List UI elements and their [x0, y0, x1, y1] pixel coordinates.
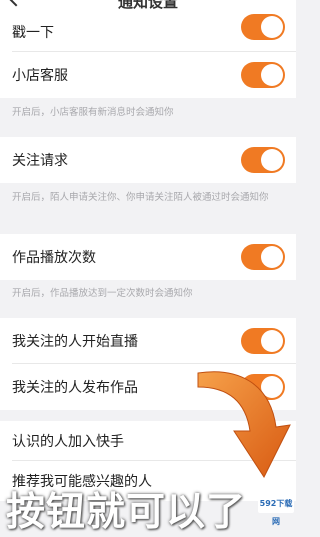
setting-row-store-service: 小店客服 [0, 52, 296, 98]
follow-request-toggle[interactable] [241, 147, 285, 173]
setting-label: 关注请求 [12, 153, 68, 169]
store-service-note: 开启后，小店客服有新消息时会通知你 [12, 107, 174, 118]
setting-label: 戳一下 [12, 25, 54, 41]
live-start-toggle[interactable] [241, 328, 285, 354]
setting-label: 认识的人加入快手 [12, 434, 124, 450]
play-count-note: 开启后，作品播放达到一定次数时会通知你 [12, 288, 193, 299]
store-service-toggle[interactable] [241, 62, 285, 88]
toggle-knob [261, 246, 283, 268]
setting-row-follow-request: 关注请求 [0, 137, 296, 183]
setting-label: 作品播放次数 [12, 250, 96, 266]
toggle-knob [261, 64, 283, 86]
toggle-knob [261, 16, 283, 39]
setting-row-play-count: 作品播放次数 [0, 234, 296, 280]
play-count-toggle[interactable] [241, 244, 285, 270]
page-title: 通知设置 [117, 0, 178, 11]
overlay-caption: 按钮就可以了 [6, 490, 247, 535]
setting-label: 小店客服 [12, 68, 68, 84]
toggle-knob [261, 330, 283, 352]
poke-toggle[interactable] [241, 14, 285, 41]
toggle-knob [261, 149, 283, 171]
setting-row-live-start: 我关注的人开始直播 [0, 318, 296, 364]
nav-header: 通知设置 [0, 0, 296, 12]
follow-request-note: 开启后，陌人申请关注你、你申请关注陌人被通过时会通知你 [12, 192, 269, 203]
setting-label: 我关注的人发布作品 [12, 380, 138, 396]
setting-label: 我关注的人开始直播 [12, 334, 138, 350]
curved-arrow-icon [197, 371, 291, 479]
setting-row-poke: 戳一下 [0, 12, 296, 52]
